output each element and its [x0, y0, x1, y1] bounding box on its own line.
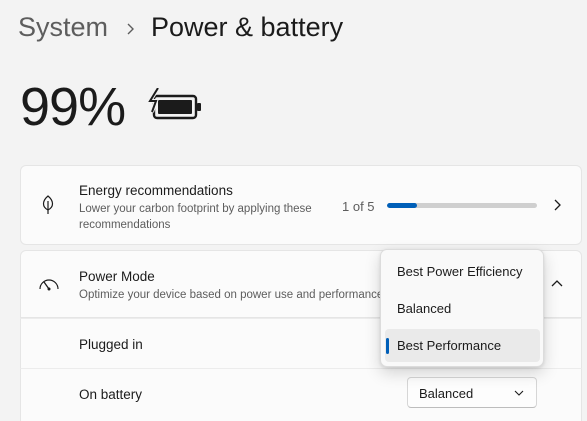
energy-recommendations-title: Energy recommendations [79, 183, 233, 198]
option-best-power-efficiency[interactable]: Best Power Efficiency [385, 255, 540, 288]
option-label: Best Power Efficiency [397, 264, 523, 279]
battery-charging-icon [146, 88, 201, 120]
recommendations-progress-bar [387, 203, 537, 208]
breadcrumb-system[interactable]: System [18, 12, 108, 43]
leaf-icon [42, 195, 54, 214]
power-mode-flyout: Best Power Efficiency Balanced Best Perf… [380, 249, 544, 367]
selected-indicator [386, 338, 389, 354]
on-battery-dropdown[interactable]: Balanced [407, 377, 537, 408]
option-label: Balanced [397, 301, 452, 316]
recommendations-pager: 1 of 5 [342, 199, 375, 214]
option-best-performance[interactable]: Best Performance [385, 329, 540, 362]
chevron-down-icon [514, 390, 524, 396]
chevron-right-icon[interactable] [551, 198, 565, 212]
option-balanced[interactable]: Balanced [385, 292, 540, 325]
on-battery-dropdown-value: Balanced [419, 386, 474, 401]
battery-percentage: 99% [20, 77, 126, 137]
page-title: Power & battery [151, 12, 344, 42]
breadcrumb-chevron-icon [127, 23, 134, 35]
on-battery-label: On battery [79, 387, 143, 402]
option-label: Best Performance [397, 338, 502, 353]
chevron-up-icon[interactable] [550, 277, 564, 291]
power-mode-description: Optimize your device based on power use … [79, 289, 384, 301]
plugged-in-label: Plugged in [79, 337, 143, 352]
progress-fill [387, 203, 417, 208]
energy-recommendations-description: Lower your carbon footprint by applying … [79, 203, 312, 231]
power-mode-title: Power Mode [79, 269, 155, 284]
gauge-icon [39, 279, 59, 291]
